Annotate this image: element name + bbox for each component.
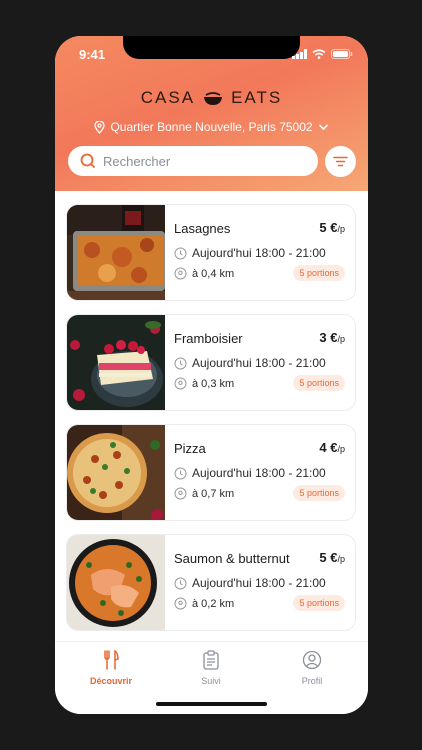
pickup-time-text: Aujourd'hui 18:00 - 21:00 xyxy=(192,246,326,260)
distance-text: à 0,3 km xyxy=(192,377,235,390)
meal-price: 4 €/p xyxy=(319,440,345,455)
filter-icon xyxy=(333,156,348,167)
status-time: 9:41 xyxy=(79,47,106,62)
pickup-time-text: Aujourd'hui 18:00 - 21:00 xyxy=(192,466,326,480)
brand-left: CASA xyxy=(140,88,196,107)
chevron-down-icon xyxy=(318,124,328,131)
clock-icon xyxy=(174,247,187,259)
meal-card[interactable]: Lasagnes 5 €/p Aujourd'hui 18:00 - 21:00… xyxy=(66,204,356,301)
distance-text: à 0,4 km xyxy=(192,267,235,280)
pin-icon xyxy=(94,120,106,134)
signal-icon xyxy=(292,49,307,59)
distance: à 0,4 km xyxy=(174,267,234,280)
pickup-time-text: Aujourd'hui 18:00 - 21:00 xyxy=(192,576,326,590)
search-input[interactable]: Rechercher xyxy=(68,146,318,176)
pin-icon xyxy=(174,377,187,390)
clock-icon xyxy=(174,577,187,589)
price-unit: /p xyxy=(337,554,345,564)
meal-card[interactable]: Framboisier 3 €/p Aujourd'hui 18:00 - 21… xyxy=(66,314,356,411)
tab-decouvrir[interactable]: Découvrir xyxy=(59,650,163,686)
pin-icon xyxy=(174,597,187,610)
distance: à 0,7 km xyxy=(174,487,234,500)
price-value: 5 € xyxy=(319,550,338,565)
status-icons xyxy=(292,49,353,59)
meal-title: Lasagnes xyxy=(174,221,231,236)
pizza-photo xyxy=(67,425,165,520)
pickup-time-text: Aujourd'hui 18:00 - 21:00 xyxy=(192,356,326,370)
pin-icon xyxy=(174,487,187,500)
battery-icon xyxy=(331,49,353,59)
pickup-time: Aujourd'hui 18:00 - 21:00 xyxy=(174,576,326,590)
framboisier-photo xyxy=(67,315,165,410)
meal-title: Framboisier xyxy=(174,331,243,346)
user-icon xyxy=(302,650,322,670)
notch xyxy=(123,36,300,59)
portions-badge: 5 portions xyxy=(293,485,345,501)
clock-icon xyxy=(174,357,187,369)
brand-right: EATS xyxy=(231,88,283,107)
meal-card[interactable]: Pizza 4 €/p Aujourd'hui 18:00 - 21:00 à … xyxy=(66,424,356,521)
meal-title: Pizza xyxy=(174,441,206,456)
clock-icon xyxy=(174,467,187,479)
meal-title: Saumon & butternut xyxy=(174,551,290,566)
price-value: 5 € xyxy=(319,220,338,235)
pickup-time: Aujourd'hui 18:00 - 21:00 xyxy=(174,466,326,480)
tab-label: Suivi xyxy=(201,676,221,686)
portions-badge: 5 portions xyxy=(293,595,345,611)
salmon-photo xyxy=(67,535,165,630)
price-unit: /p xyxy=(337,444,345,454)
tab-profil[interactable]: Profil xyxy=(260,650,364,686)
portions-badge: 5 portions xyxy=(293,265,345,281)
meal-price: 3 €/p xyxy=(319,330,345,345)
tab-suivi[interactable]: Suivi xyxy=(159,650,263,686)
meal-card[interactable]: Saumon & butternut 5 €/p Aujourd'hui 18:… xyxy=(66,534,356,631)
distance-text: à 0,7 km xyxy=(192,487,235,500)
meal-price: 5 €/p xyxy=(319,220,345,235)
utensils-icon xyxy=(104,650,119,670)
pickup-time: Aujourd'hui 18:00 - 21:00 xyxy=(174,246,326,260)
wifi-icon xyxy=(312,49,326,59)
portions-badge: 5 portions xyxy=(293,375,345,391)
filter-button[interactable] xyxy=(325,146,356,177)
search-placeholder: Rechercher xyxy=(103,153,171,169)
bowl-icon xyxy=(204,92,223,105)
pin-icon xyxy=(174,267,187,280)
phone-screen: 9:41 CASA EATS Quartier Bonne Nouvelle, … xyxy=(55,36,368,714)
price-value: 3 € xyxy=(319,330,338,345)
brand-logo: CASA EATS xyxy=(55,88,368,108)
location-text: Quartier Bonne Nouvelle, Paris 75002 xyxy=(110,120,313,134)
tab-label: Découvrir xyxy=(89,676,133,686)
meal-list: Lasagnes 5 €/p Aujourd'hui 18:00 - 21:00… xyxy=(55,191,368,641)
search-icon xyxy=(80,153,96,169)
price-unit: /p xyxy=(337,224,345,234)
lasagna-photo xyxy=(67,205,165,300)
pickup-time: Aujourd'hui 18:00 - 21:00 xyxy=(174,356,326,370)
distance: à 0,3 km xyxy=(174,377,234,390)
tab-label: Profil xyxy=(301,676,323,686)
meal-price: 5 €/p xyxy=(319,550,345,565)
distance-text: à 0,2 km xyxy=(192,597,235,610)
location-selector[interactable]: Quartier Bonne Nouvelle, Paris 75002 xyxy=(55,120,368,134)
price-value: 4 € xyxy=(319,440,338,455)
distance: à 0,2 km xyxy=(174,597,234,610)
clipboard-icon xyxy=(203,650,219,670)
home-indicator xyxy=(156,702,267,706)
price-unit: /p xyxy=(337,334,345,344)
